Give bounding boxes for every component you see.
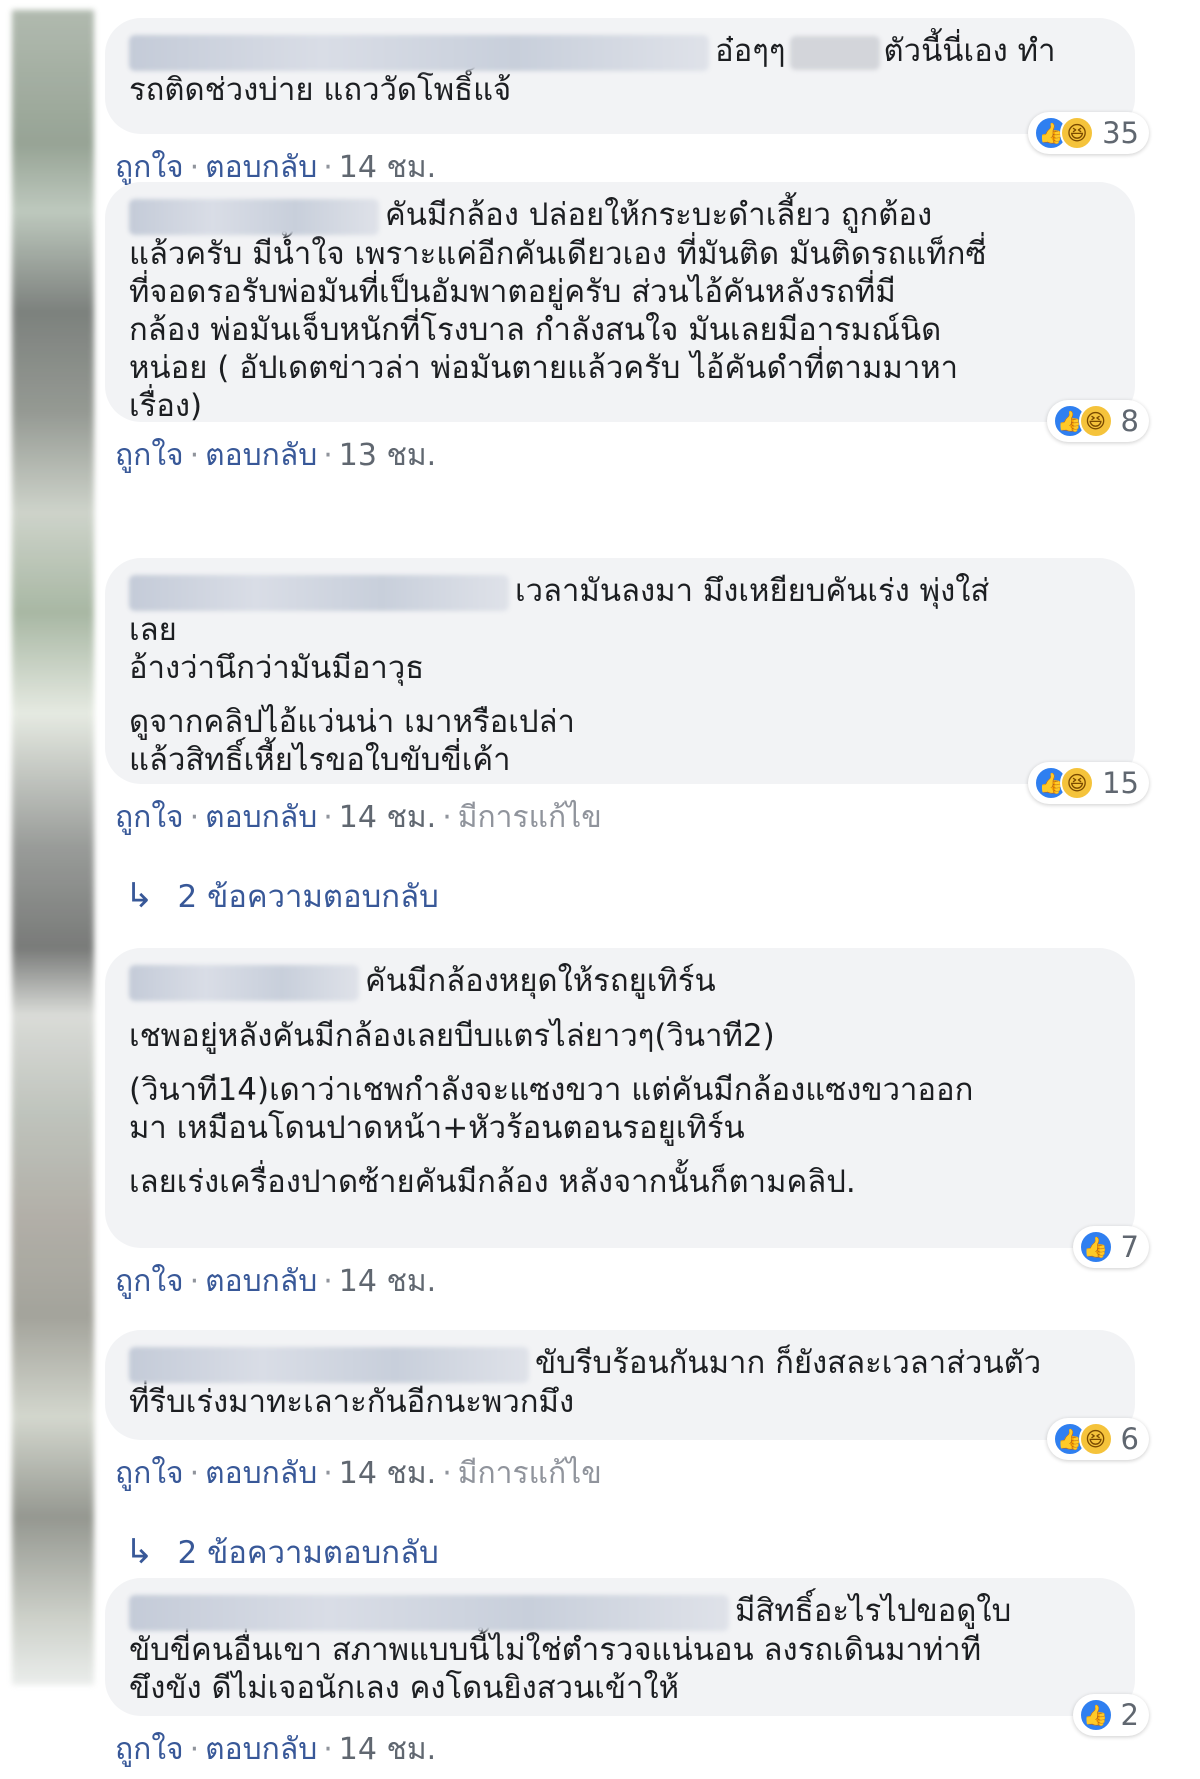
reply-link[interactable]: ตอบกลับ: [205, 1456, 317, 1491]
comment-bubble: คันมีกล้องหยุดให้รถยูเทิร์น เชพอยู่หลังค…: [105, 948, 1149, 1268]
reply-arrow-icon: ↳: [125, 876, 154, 916]
thumbs-up-icon: 👍: [1078, 1698, 1113, 1732]
reaction-summary[interactable]: 👍 😆 35: [1028, 112, 1149, 154]
reply-link[interactable]: ตอบกลับ: [205, 438, 317, 473]
timestamp[interactable]: 14 ชม.: [339, 1732, 436, 1767]
comment-line: เชพอยู่หลังคันมีกล้องเลยบีบแตรไล่ยาวๆ(วิ…: [129, 1017, 775, 1054]
comment-5: ขับรีบร้อนกันมาก ก็ยังสละเวลาส่วนตัว ที่…: [105, 1330, 1149, 1577]
comment-line: หน่อย ( อัปเดตข่าวล่า พ่อมันตายแล้วครับ …: [129, 349, 959, 386]
comment-line: เลย: [129, 611, 177, 648]
comment-bubble: มีสิทธิ์อะไรไปขอดูใบ ขับขี่คนอื่นเขา สภา…: [105, 1578, 1149, 1736]
comment-line: ที่รีบเร่งมาทะเลาะกันอีกนะพวกมึง: [129, 1383, 575, 1420]
reaction-count: 2: [1120, 1698, 1139, 1732]
reaction-count: 15: [1102, 766, 1139, 800]
comment-bubble: อ๋อๆๆ ตัวนี้นี่เอง ทำ รถติดช่วงบ่าย แถววั…: [105, 18, 1149, 154]
edited-label[interactable]: มีการแก้ไข: [458, 800, 602, 835]
reaction-count: 8: [1120, 404, 1139, 438]
laughing-face-icon: 😆: [1078, 404, 1113, 438]
laughing-face-icon: 😆: [1078, 1422, 1113, 1456]
comment-line: แล้วสิทธิ์เหี้ยไรขอใบขับขี่เค้า: [129, 741, 511, 778]
blurred-author-name[interactable]: [129, 964, 359, 1001]
reply-arrow-icon: ↳: [125, 1532, 154, 1572]
like-link[interactable]: ถูกใจ: [115, 1732, 184, 1767]
comment-line: ที่จอดรอรับพ่อมันที่เป็นอัมพาตอยู่ครับ ส…: [129, 273, 896, 310]
thumbs-up-icon: 👍: [1078, 1230, 1113, 1264]
reply-link[interactable]: ตอบกลับ: [205, 1264, 317, 1299]
reply-link[interactable]: ตอบกลับ: [205, 800, 317, 835]
timestamp[interactable]: 14 ชม.: [339, 1456, 436, 1491]
laughing-face-icon: 😆: [1060, 116, 1095, 150]
like-link[interactable]: ถูกใจ: [115, 800, 184, 835]
reaction-count: 6: [1120, 1422, 1139, 1456]
reaction-summary[interactable]: 👍 😆 6: [1046, 1418, 1149, 1460]
comment-line: แล้วครับ มีน้ำใจ เพราะแค่อีกคันเดียวเอง …: [129, 235, 987, 272]
comment-bubble: เวลามันลงมา มึงเหยียบคันเร่ง พุ่งใส่ เลย…: [105, 558, 1149, 804]
comment-actions: ถูกใจ · ตอบกลับ · 13 ชม.: [115, 438, 437, 473]
reaction-summary[interactable]: 👍 2: [1072, 1694, 1149, 1736]
blurred-author-name[interactable]: [129, 1346, 529, 1383]
comment-6: มีสิทธิ์อะไรไปขอดูใบ ขับขี่คนอื่นเขา สภา…: [105, 1578, 1149, 1773]
view-replies-link[interactable]: ↳ 2 ข้อความตอบกลับ: [105, 871, 1135, 921]
comment-actions: ถูกใจ · ตอบกลับ · 14 ชม. · มีการแก้ไข: [115, 1456, 602, 1491]
blurred-avatar-strip: [12, 10, 94, 1685]
reaction-summary[interactable]: 👍 😆 15: [1028, 762, 1149, 804]
comment-line: ขับขี่คนอื่นเขา สภาพแบบนี้ไม่ใช่ตำรวจแน่…: [129, 1631, 982, 1668]
comment-line: มีสิทธิ์อะไรไปขอดูใบ: [129, 1592, 1111, 1631]
comment-bubble: คันมีกล้อง ปล่อยให้กระบะดำเลี้ยว ถูกต้อง…: [105, 182, 1149, 442]
laughing-face-icon: 😆: [1060, 766, 1095, 800]
comment-2: คันมีกล้อง ปล่อยให้กระบะดำเลี้ยว ถูกต้อง…: [105, 182, 1149, 479]
reply-link[interactable]: ตอบกลับ: [205, 150, 317, 185]
like-link[interactable]: ถูกใจ: [115, 438, 184, 473]
like-link[interactable]: ถูกใจ: [115, 150, 184, 185]
comment-line: ขับรีบร้อนกันมาก ก็ยังสละเวลาส่วนตัว: [129, 1344, 1111, 1383]
comment-line: เวลามันลงมา มึงเหยียบคันเร่ง พุ่งใส่: [129, 572, 1111, 611]
comment-actions: ถูกใจ · ตอบกลับ · 14 ชม. · มีการแก้ไข: [115, 800, 602, 835]
comment-bubble: ขับรีบร้อนกันมาก ก็ยังสละเวลาส่วนตัว ที่…: [105, 1330, 1149, 1460]
timestamp[interactable]: 14 ชม.: [339, 1264, 436, 1299]
comment-actions: ถูกใจ · ตอบกลับ · 14 ชม.: [115, 1264, 437, 1299]
view-replies-link[interactable]: ↳ 2 ข้อความตอบกลับ: [105, 1527, 1135, 1577]
reaction-summary[interactable]: 👍 😆 8: [1046, 400, 1149, 442]
comment-line: คันมีกล้องหยุดให้รถยูเทิร์น: [129, 962, 1111, 1001]
reaction-count: 35: [1102, 116, 1139, 150]
comment-1: อ๋อๆๆ ตัวนี้นี่เอง ทำ รถติดช่วงบ่าย แถววั…: [105, 18, 1149, 191]
reply-link[interactable]: ตอบกลับ: [205, 1732, 317, 1767]
comment-line: กล้อง พ่อมันเจ็บหนักที่โรงบาล กำลังสนใจ …: [129, 311, 942, 348]
replies-count-label: 2 ข้อความตอบกลับ: [177, 879, 439, 915]
comment-4: คันมีกล้องหยุดให้รถยูเทิร์น เชพอยู่หลังค…: [105, 948, 1149, 1305]
comment-line: ขึงขัง ดีไม่เจอนักเลง คงโดนยิงสวนเข้าให้: [129, 1669, 680, 1706]
comment-line: ดูจากคลิปไอ้แว่นน่า เมาหรือเปล่า: [129, 703, 575, 740]
comment-actions: ถูกใจ · ตอบกลับ · 14 ชม.: [115, 1732, 437, 1767]
comment-line: (วินาที14)เดาว่าเชพกำลังจะแซงขวา แต่คันม…: [129, 1071, 974, 1108]
like-link[interactable]: ถูกใจ: [115, 1456, 184, 1491]
timestamp[interactable]: 14 ชม.: [339, 150, 436, 185]
comment-line: เรื่อง): [129, 387, 203, 424]
reaction-summary[interactable]: 👍 7: [1072, 1226, 1149, 1268]
comment-line: อ้างว่านึกว่ามันมีอาวุธ: [129, 649, 425, 686]
blurred-author-name[interactable]: [129, 34, 709, 71]
comment-line: รถติดช่วงบ่าย แถววัดโพธิ์แจ้: [129, 71, 512, 108]
blurred-author-name[interactable]: [129, 1594, 729, 1631]
timestamp[interactable]: 13 ชม.: [339, 438, 436, 473]
comment-line: คันมีกล้อง ปล่อยให้กระบะดำเลี้ยว ถูกต้อง: [129, 196, 1111, 235]
comment-line: เลยเร่งเครื่องปาดซ้ายคันมีกล้อง หลังจากน…: [129, 1163, 856, 1200]
comment-line: อ๋อๆๆ ตัวนี้นี่เอง ทำ: [129, 32, 1111, 71]
timestamp[interactable]: 14 ชม.: [339, 800, 436, 835]
blurred-author-name[interactable]: [129, 198, 379, 235]
like-link[interactable]: ถูกใจ: [115, 1264, 184, 1299]
reaction-count: 7: [1120, 1230, 1139, 1264]
edited-label[interactable]: มีการแก้ไข: [458, 1456, 602, 1491]
comment-line: มา เหมือนโดนปาดหน้า+หัวร้อนตอนรอยูเทิร์น: [129, 1109, 745, 1146]
comment-3: เวลามันลงมา มึงเหยียบคันเร่ง พุ่งใส่ เลย…: [105, 558, 1149, 921]
blurred-author-name[interactable]: [129, 574, 509, 611]
blurred-word: [789, 35, 880, 70]
replies-count-label: 2 ข้อความตอบกลับ: [177, 1535, 439, 1571]
